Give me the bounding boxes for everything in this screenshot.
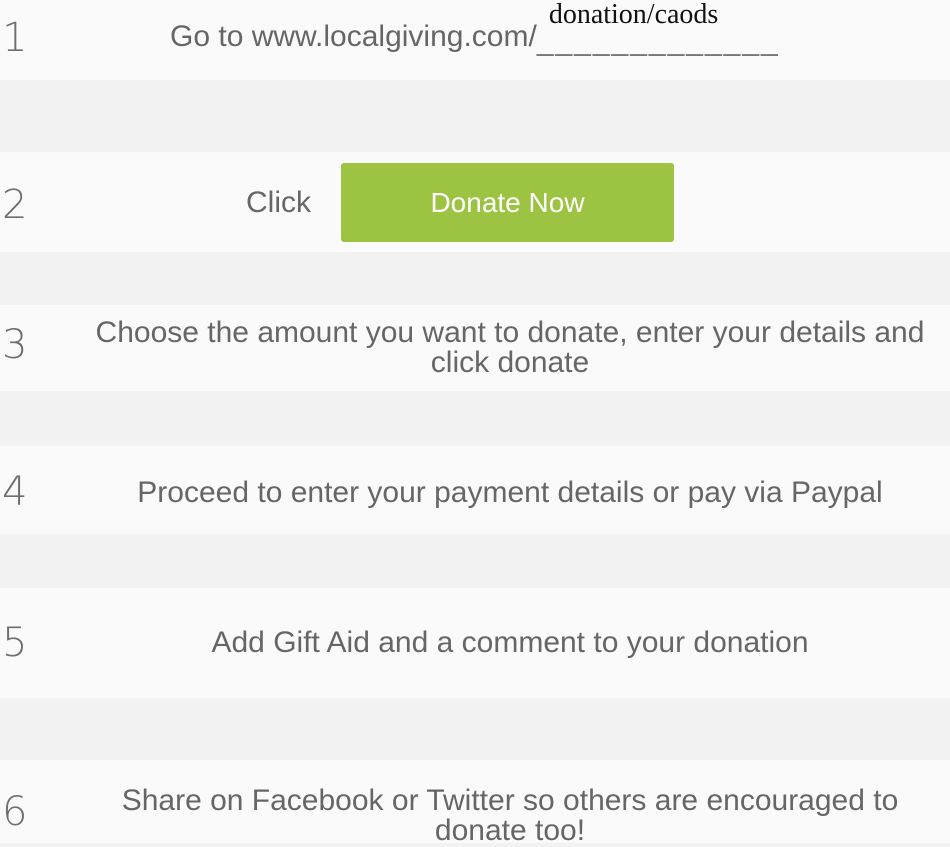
step-number: 5 — [2, 620, 28, 666]
step-number: 4 — [2, 469, 28, 515]
url-blank: _____________ donation/caods — [537, 0, 819, 56]
step-3-line-2: click donate — [430, 346, 590, 379]
step-6-text: Share on Facebook or Twitter so others a… — [60, 786, 950, 846]
step-4-text: Proceed to enter your payment details or… — [137, 476, 883, 509]
donate-now-button[interactable]: Donate Now — [341, 163, 674, 242]
url-dashes: _____________ — [536, 24, 780, 57]
step-number: 3 — [2, 322, 28, 368]
step-number: 6 — [2, 789, 28, 835]
url-handwritten-path: donation/caods — [548, 0, 719, 30]
step-6-line-2: donate too! — [434, 814, 586, 847]
step-3-text: Choose the amount you want to donate, en… — [60, 318, 950, 378]
step-1-text: Go to www.localgiving.com/_____________ d… — [170, 0, 819, 56]
url-prefix: Go to www.localgiving.com/ — [170, 20, 537, 53]
step-number: 1 — [2, 15, 28, 61]
click-label: Click — [246, 186, 311, 219]
step-6-line-1: Share on Facebook or Twitter so others a… — [121, 784, 899, 817]
step-number: 2 — [2, 182, 28, 228]
step-5-text: Add Gift Aid and a comment to your donat… — [211, 626, 809, 659]
step-3-line-1: Choose the amount you want to donate, en… — [95, 316, 925, 349]
